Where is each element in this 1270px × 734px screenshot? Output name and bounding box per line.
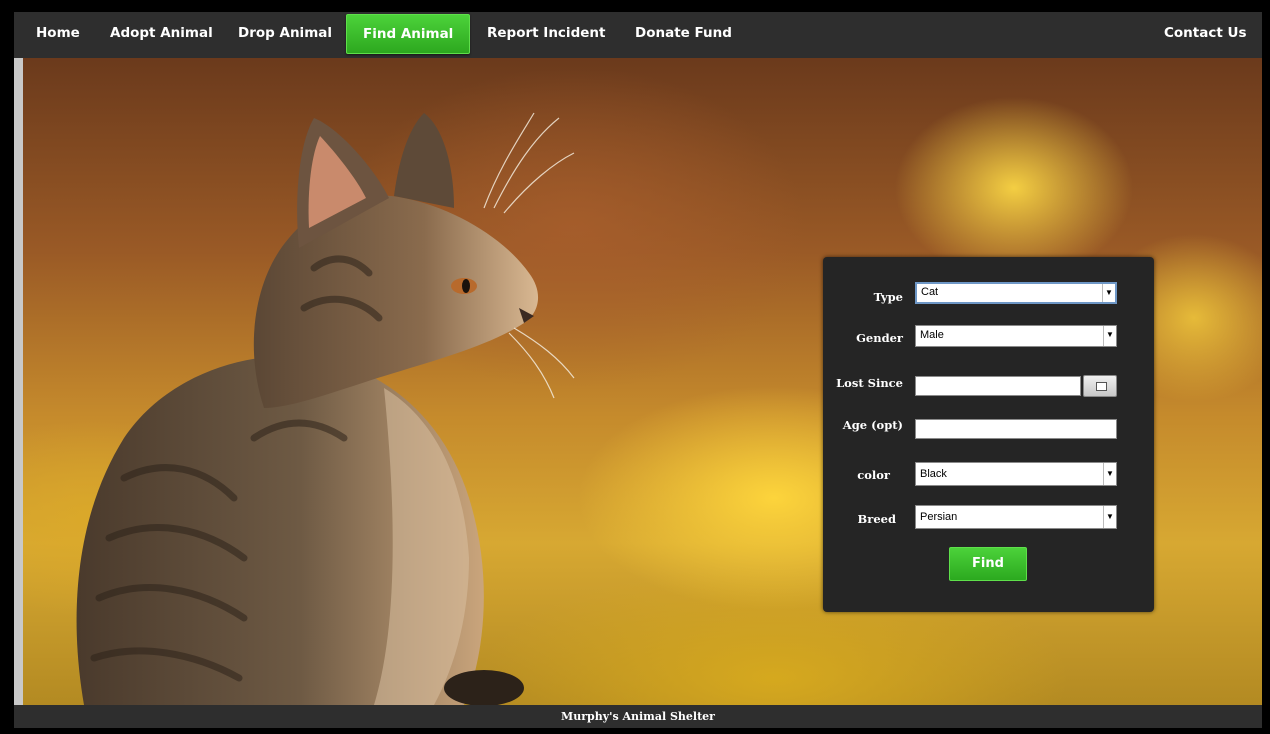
chevron-down-icon: ▼ [1103, 326, 1116, 346]
nav-find-animal[interactable]: Find Animal [346, 14, 471, 54]
nav-adopt-animal[interactable]: Adopt Animal [94, 14, 229, 52]
color-select[interactable]: Black ▼ [915, 462, 1117, 486]
age-input[interactable] [915, 419, 1117, 439]
type-select-value: Cat [921, 286, 939, 298]
lost-since-input[interactable] [915, 376, 1081, 396]
top-nav: Home Adopt Animal Drop Animal Find Anima… [14, 12, 1262, 59]
color-select-value: Black [920, 468, 947, 480]
app-frame: Home Adopt Animal Drop Animal Find Anima… [14, 12, 1262, 728]
type-select[interactable]: Cat ▼ [915, 282, 1117, 304]
nav-home[interactable]: Home [20, 14, 96, 52]
find-button[interactable]: Find [949, 547, 1027, 581]
calendar-button[interactable] [1083, 375, 1117, 397]
breed-label: Breed [857, 512, 896, 526]
breed-select-value: Persian [920, 511, 958, 523]
chevron-down-icon: ▼ [1103, 463, 1116, 485]
lost-since-label: Lost Since [836, 376, 903, 390]
chevron-down-icon: ▼ [1102, 284, 1115, 302]
type-label: Type [873, 290, 903, 304]
breed-select[interactable]: Persian ▼ [915, 505, 1117, 529]
color-label: color [857, 468, 890, 482]
nav-drop-animal[interactable]: Drop Animal [222, 14, 348, 52]
nav-contact-us[interactable]: Contact Us [1148, 14, 1262, 52]
hero-banner: Type Cat ▼ Gender Male ▼ Lost Since Age … [14, 58, 1262, 705]
calendar-icon [1096, 382, 1107, 391]
gender-label: Gender [856, 331, 903, 345]
gender-select-value: Male [920, 329, 944, 341]
nav-report-incident[interactable]: Report Incident [471, 14, 621, 52]
nav-donate-fund[interactable]: Donate Fund [619, 14, 748, 52]
cat-photo [76, 112, 575, 705]
chevron-down-icon: ▼ [1103, 506, 1116, 528]
gender-select[interactable]: Male ▼ [915, 325, 1117, 347]
find-animal-form: Type Cat ▼ Gender Male ▼ Lost Since Age … [823, 257, 1154, 612]
age-label: Age (opt) [842, 418, 903, 432]
footer: Murphy's Animal Shelter [14, 705, 1262, 728]
